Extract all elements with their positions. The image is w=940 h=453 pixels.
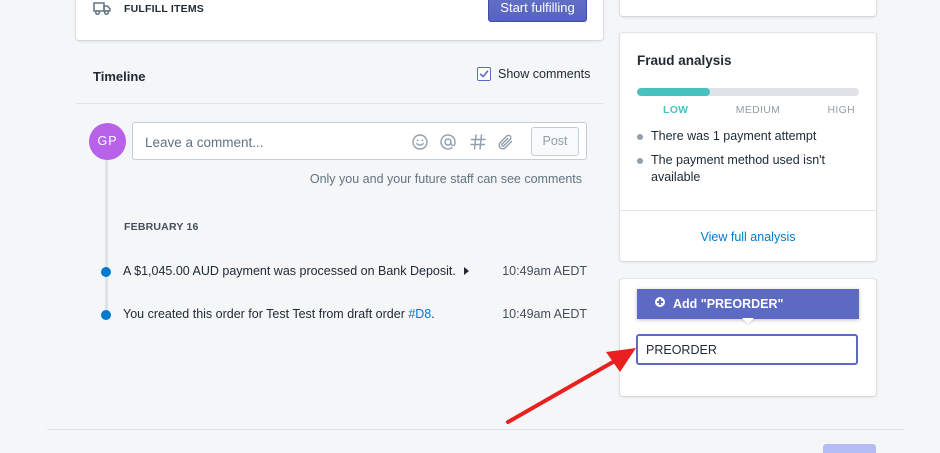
fulfill-card: FULFILL ITEMS Start fulfilling: [76, 0, 603, 40]
show-comments-label: Show comments: [498, 67, 591, 81]
fraud-divider: [620, 210, 876, 211]
summary-card: [620, 0, 876, 16]
fraud-risk-bar: [637, 88, 859, 96]
timeline-event-text-suffix: .: [431, 307, 435, 321]
plus-circle-icon: [655, 297, 665, 307]
add-tag-option[interactable]: Add "PREORDER": [637, 289, 859, 319]
timeline-date-label: FEBRUARY 16: [124, 221, 199, 233]
fraud-indicator: There was 1 payment attempt: [637, 128, 852, 145]
mention-icon[interactable]: [439, 133, 457, 151]
timeline-title: Timeline: [93, 69, 146, 84]
fraud-level-high: HIGH: [827, 104, 855, 116]
fraud-indicators-list: There was 1 payment attempt The payment …: [637, 128, 852, 193]
timeline-event-payment[interactable]: A $1,045.00 AUD payment was processed on…: [123, 264, 469, 278]
fraud-risk-fill: [637, 88, 711, 96]
emoji-icon[interactable]: [411, 133, 429, 151]
draft-order-link[interactable]: #D8: [408, 307, 431, 321]
truck-icon: [93, 2, 111, 15]
timeline-event-text: A $1,045.00 AUD payment was processed on…: [123, 264, 456, 278]
dropdown-pointer: [742, 318, 754, 324]
show-comments-checkbox[interactable]: [477, 67, 491, 81]
attachment-icon[interactable]: [497, 133, 515, 151]
avatar: GP: [89, 123, 126, 160]
fraud-risk-levels: LOW MEDIUM HIGH: [637, 104, 859, 116]
hashtag-icon[interactable]: [469, 133, 487, 151]
show-comments-toggle[interactable]: Show comments: [477, 67, 590, 81]
fulfill-items-label: FULFILL ITEMS: [124, 3, 204, 15]
timeline-event-text: You created this order for Test Test fro…: [123, 307, 409, 321]
save-button[interactable]: [823, 444, 876, 453]
comment-placeholder: Leave a comment...: [145, 135, 264, 150]
comment-hint: Only you and your future staff can see c…: [309, 172, 582, 186]
fraud-level-low: LOW: [663, 104, 689, 116]
comment-input[interactable]: Leave a comment... Post: [132, 122, 587, 160]
timeline-event-dot: [101, 267, 111, 277]
timeline-divider: [76, 103, 603, 104]
expand-caret-icon[interactable]: [463, 267, 469, 275]
fraud-analysis-card: Fraud analysis LOW MEDIUM HIGH There was…: [620, 33, 876, 261]
post-button[interactable]: Post: [531, 127, 579, 156]
tags-input[interactable]: [636, 334, 858, 365]
timeline-line: [105, 150, 108, 320]
fraud-level-medium: MEDIUM: [735, 104, 781, 116]
timeline-event-time: 10:49am AEDT: [502, 307, 587, 321]
fraud-indicator: The payment method used isn't available: [637, 152, 852, 186]
start-fulfilling-button[interactable]: Start fulfilling: [488, 0, 587, 22]
page-divider: [47, 429, 904, 430]
timeline-event-created: You created this order for Test Test fro…: [123, 307, 435, 321]
timeline-event-time: 10:49am AEDT: [502, 264, 587, 278]
checkmark-icon: [479, 70, 489, 78]
add-tag-option-label: Add "PREORDER": [673, 297, 784, 311]
view-full-analysis-link[interactable]: View full analysis: [620, 230, 876, 244]
timeline-event-dot: [101, 310, 111, 320]
fraud-analysis-title: Fraud analysis: [637, 53, 732, 68]
